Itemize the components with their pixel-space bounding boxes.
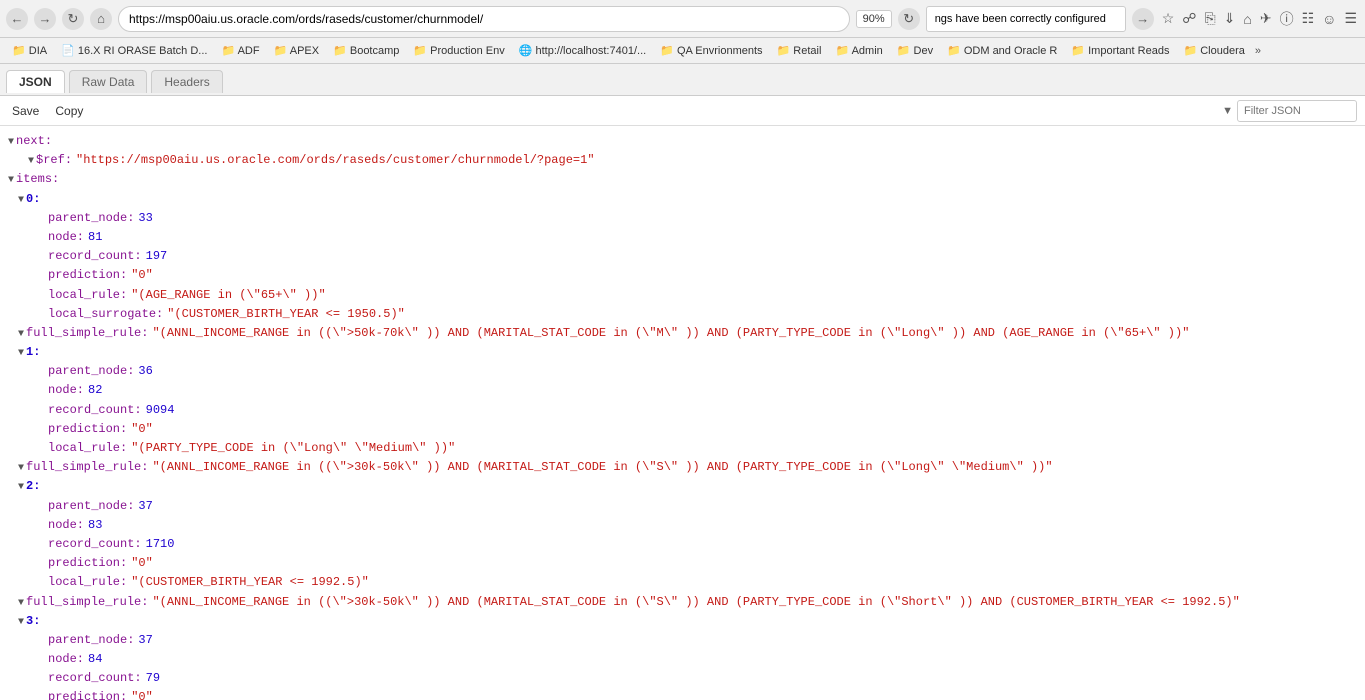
line-item0-node: node: 81 [0, 228, 1365, 247]
bookmark-bootcamp[interactable]: 📁 Bootcamp [327, 42, 405, 59]
line-item0-local-surrogate: local_surrogate: "(CUSTOMER_BIRTH_YEAR <… [0, 305, 1365, 324]
line-item2-local-rule: local_rule: "(CUSTOMER_BIRTH_YEAR <= 199… [0, 573, 1365, 592]
pocket-icon[interactable]: ⎘ [1202, 8, 1217, 29]
item1-toggle[interactable]: ▼ [18, 346, 24, 362]
line-item0-local-rule: local_rule: "(AGE_RANGE in (\"65+\" ))" [0, 286, 1365, 305]
zoom-level: 90% [856, 10, 892, 28]
line-item1-prediction: prediction: "0" [0, 420, 1365, 439]
bookmarks-bar: 📁 DIA 📄 16.X RI ORASE Batch D... 📁 ADF 📁… [0, 38, 1365, 64]
next-toggle[interactable]: ▼ [8, 135, 14, 151]
bookmark-adf[interactable]: 📁 ADF [215, 42, 265, 59]
grid-icon[interactable]: ☷ [1300, 8, 1317, 29]
item0-toggle[interactable]: ▼ [18, 193, 24, 209]
item2-full-rule-toggle[interactable]: ▼ [18, 596, 24, 612]
filter-input[interactable] [1237, 100, 1357, 122]
item3-toggle[interactable]: ▼ [18, 615, 24, 631]
browser-icons: ☆ ☍ ⎘ ⇓ ⌂ ✈ ⓘ ☷ ☺ ☰ [1160, 7, 1359, 31]
line-item0-parent-node: parent_node: 33 [0, 209, 1365, 228]
bookmark-apex[interactable]: 📁 APEX [268, 42, 326, 59]
line-item1-record-count: record_count: 9094 [0, 401, 1365, 420]
bookmark-retail[interactable]: 📁 Retail [771, 42, 828, 59]
line-item3-header: ▼ 3: [0, 612, 1365, 631]
line-item1-header: ▼ 1: [0, 343, 1365, 362]
back-button[interactable]: ← [6, 8, 28, 30]
tab-raw-data[interactable]: Raw Data [69, 70, 148, 93]
line-item3-record-count: record_count: 79 [0, 669, 1365, 688]
bookmark-orase[interactable]: 📄 16.X RI ORASE Batch D... [55, 42, 213, 59]
bookmark-production[interactable]: 📁 Production Env [407, 42, 510, 59]
star-icon[interactable]: ☆ [1160, 8, 1177, 29]
avatar-icon[interactable]: ☺ [1320, 9, 1338, 29]
browser-search[interactable] [926, 6, 1126, 32]
line-ref: ▼ $ref: "https://msp00aiu.us.oracle.com/… [0, 151, 1365, 170]
copy-button[interactable]: Copy [51, 102, 87, 120]
refresh-button[interactable]: ↻ [898, 8, 920, 30]
tab-headers[interactable]: Headers [151, 70, 222, 93]
items-toggle[interactable]: ▼ [8, 173, 14, 189]
url-bar[interactable] [118, 6, 850, 32]
menu-icon[interactable]: ☰ [1342, 8, 1359, 29]
ref-toggle[interactable]: ▼ [28, 154, 34, 170]
filter-area: ▼ [1222, 100, 1357, 122]
bookmark-cloudera[interactable]: 📁 Cloudera [1177, 42, 1250, 59]
line-item2-header: ▼ 2: [0, 477, 1365, 496]
home-button[interactable]: ⌂ [90, 8, 112, 30]
send-icon[interactable]: ✈ [1258, 8, 1274, 29]
line-item1-full-rule: ▼ full_simple_rule: "(ANNL_INCOME_RANGE … [0, 458, 1365, 477]
bookmark-localhost[interactable]: 🌐 http://localhost:7401/... [513, 42, 652, 59]
line-item1-parent-node: parent_node: 36 [0, 362, 1365, 381]
info-icon[interactable]: ⓘ [1278, 7, 1296, 31]
bookmark-important[interactable]: 📁 Important Reads [1065, 42, 1175, 59]
tab-bar: JSON Raw Data Headers [0, 64, 1365, 96]
download-icon[interactable]: ⇓ [1222, 8, 1238, 29]
home2-icon[interactable]: ⌂ [1241, 9, 1253, 29]
browser-toolbar: ← → ↻ ⌂ 90% ↻ → ☆ ☍ ⎘ ⇓ ⌂ ✈ ⓘ ☷ ☺ ☰ [0, 0, 1365, 38]
line-item0-prediction: prediction: "0" [0, 266, 1365, 285]
bookmark-qa[interactable]: 📁 QA Envrionments [654, 42, 768, 59]
item0-full-rule-toggle[interactable]: ▼ [18, 327, 24, 343]
line-item0-full-rule: ▼ full_simple_rule: "(ANNL_INCOME_RANGE … [0, 324, 1365, 343]
save-button[interactable]: Save [8, 102, 43, 120]
line-next-key: ▼ next: [0, 132, 1365, 151]
line-item2-parent-node: parent_node: 37 [0, 497, 1365, 516]
line-item1-node: node: 82 [0, 381, 1365, 400]
bookmark-odm[interactable]: 📁 ODM and Oracle R [941, 42, 1063, 59]
tab-json[interactable]: JSON [6, 70, 65, 93]
line-item0-record-count: record_count: 197 [0, 247, 1365, 266]
line-item2-prediction: prediction: "0" [0, 554, 1365, 573]
bookmarks-more[interactable]: » [1255, 45, 1261, 57]
reader-icon[interactable]: ☍ [1180, 8, 1198, 29]
line-item2-full-rule: ▼ full_simple_rule: "(ANNL_INCOME_RANGE … [0, 593, 1365, 612]
ref-value: "https://msp00aiu.us.oracle.com/ords/ras… [76, 151, 594, 170]
filter-icon: ▼ [1222, 105, 1233, 117]
line-item3-prediction: prediction: "0" [0, 688, 1365, 700]
line-item0-header: ▼ 0: [0, 190, 1365, 209]
line-item2-record-count: record_count: 1710 [0, 535, 1365, 554]
reload-button[interactable]: ↻ [62, 8, 84, 30]
line-item3-parent-node: parent_node: 37 [0, 631, 1365, 650]
line-items-key: ▼ items: [0, 170, 1365, 189]
search-go-button[interactable]: → [1132, 8, 1154, 30]
json-viewer: ▼ next: ▼ $ref: "https://msp00aiu.us.ora… [0, 126, 1365, 700]
item2-toggle[interactable]: ▼ [18, 480, 24, 496]
line-item3-node: node: 84 [0, 650, 1365, 669]
bookmark-dia[interactable]: 📁 DIA [6, 42, 53, 59]
line-item2-node: node: 83 [0, 516, 1365, 535]
forward-button[interactable]: → [34, 8, 56, 30]
line-item1-local-rule: local_rule: "(PARTY_TYPE_CODE in (\"Long… [0, 439, 1365, 458]
json-toolbar: Save Copy ▼ [0, 96, 1365, 126]
bookmark-admin[interactable]: 📁 Admin [829, 42, 888, 59]
bookmark-dev[interactable]: 📁 Dev [891, 42, 939, 59]
item1-full-rule-toggle[interactable]: ▼ [18, 461, 24, 477]
